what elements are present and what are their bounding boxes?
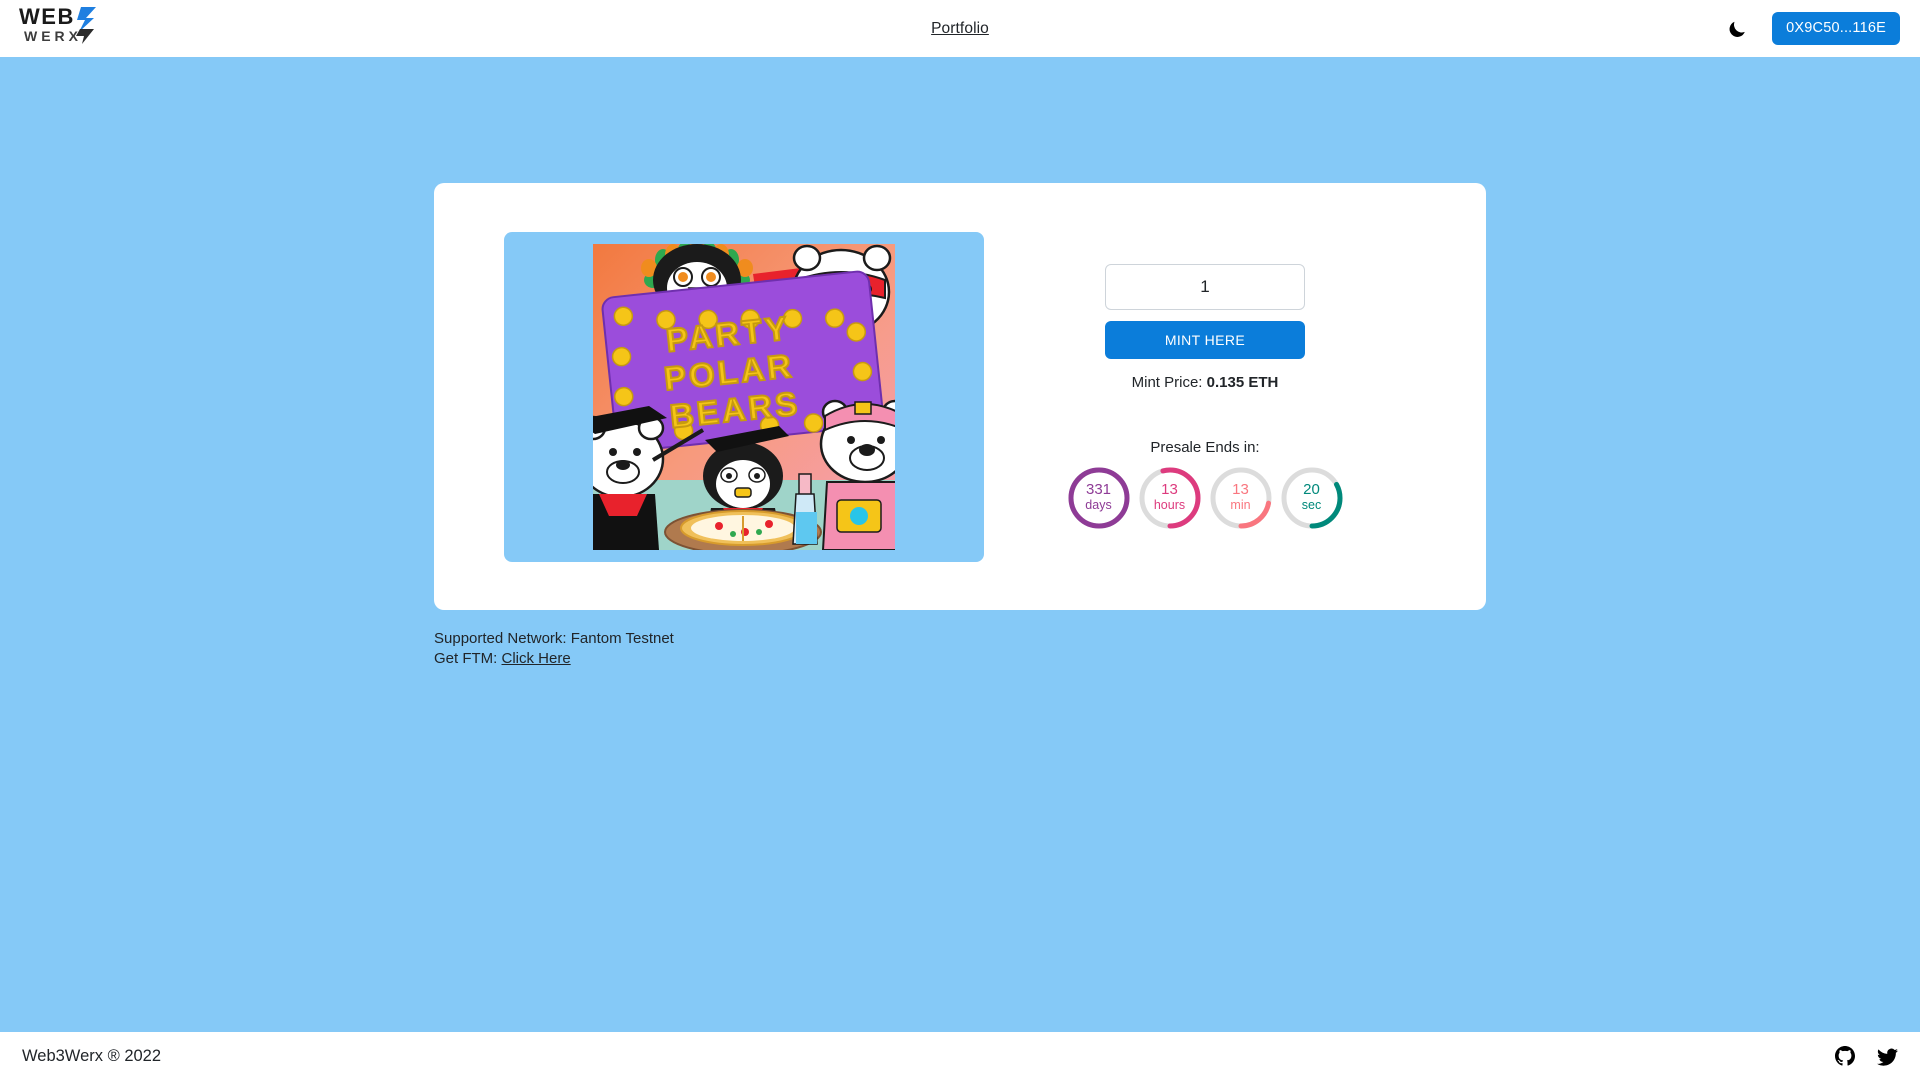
countdown-unit-min: 13 min [1209,466,1273,530]
days-unit: days [1085,498,1112,513]
mint-here-button[interactable]: MINT HERE [1105,320,1305,359]
sec-value: 20 [1303,481,1320,499]
top-navbar: WEB WERX Portfolio 0X9C50...116E [0,0,1920,57]
github-icon[interactable] [1835,1046,1855,1066]
page-footer: Web3Werx ® 2022 [0,1032,1920,1080]
countdown-unit-days: 331 days [1067,466,1131,530]
copyright-text: Web3Werx ® 2022 [22,1046,162,1065]
presale-heading: Presale Ends in: [1150,438,1260,456]
get-ftm-label: Get FTM: [434,649,502,667]
moon-icon[interactable] [1724,16,1750,42]
min-unit: min [1230,498,1251,513]
sec-unit: sec [1301,498,1322,513]
nav-right-group: 0X9C50...116E [1724,11,1900,46]
min-value: 13 [1232,481,1249,499]
mint-controls: MINT HERE Mint Price: 0.135 ETH Presale … [984,263,1486,530]
wallet-address-button[interactable]: 0X9C50...116E [1772,11,1900,46]
supported-network-text: Supported Network: Fantom Testnet [434,630,674,647]
nav-link-portfolio[interactable]: Portfolio [931,20,989,38]
nft-artwork: PARTY POLAR BEARS [593,243,895,550]
countdown-unit-sec: 20 sec [1280,466,1344,530]
get-ftm-row: Get FTM: Click Here [434,649,674,669]
nav-center-group: Portfolio [0,20,1920,38]
quantity-input[interactable] [1105,263,1305,310]
get-ftm-link[interactable]: Click Here [502,650,571,667]
mint-price-value: 0.135 ETH [1206,373,1279,391]
twitter-icon[interactable] [1877,1046,1898,1067]
mint-price-row: Mint Price: 0.135 ETH [1132,374,1279,391]
days-value: 331 [1085,481,1112,499]
mint-price-label: Mint Price: [1131,373,1207,391]
hours-unit: hours [1153,498,1186,513]
countdown-timer: 331 days 13 hours 13 min 20 sec [1067,466,1344,530]
hours-value: 13 [1161,481,1178,499]
mint-card: PARTY POLAR BEARS 1 MINT HERE Mint Price… [434,183,1486,610]
social-links [1835,1046,1898,1067]
countdown-unit-hours: 13 hours [1138,466,1202,530]
artwork-section: PARTY POLAR BEARS [434,231,984,562]
artwork-panel: PARTY POLAR BEARS [504,231,984,562]
network-info: Supported Network: Fantom Testnet Get FT… [434,629,674,669]
main-content: PARTY POLAR BEARS 1 MINT HERE Mint Price… [0,57,1920,1032]
